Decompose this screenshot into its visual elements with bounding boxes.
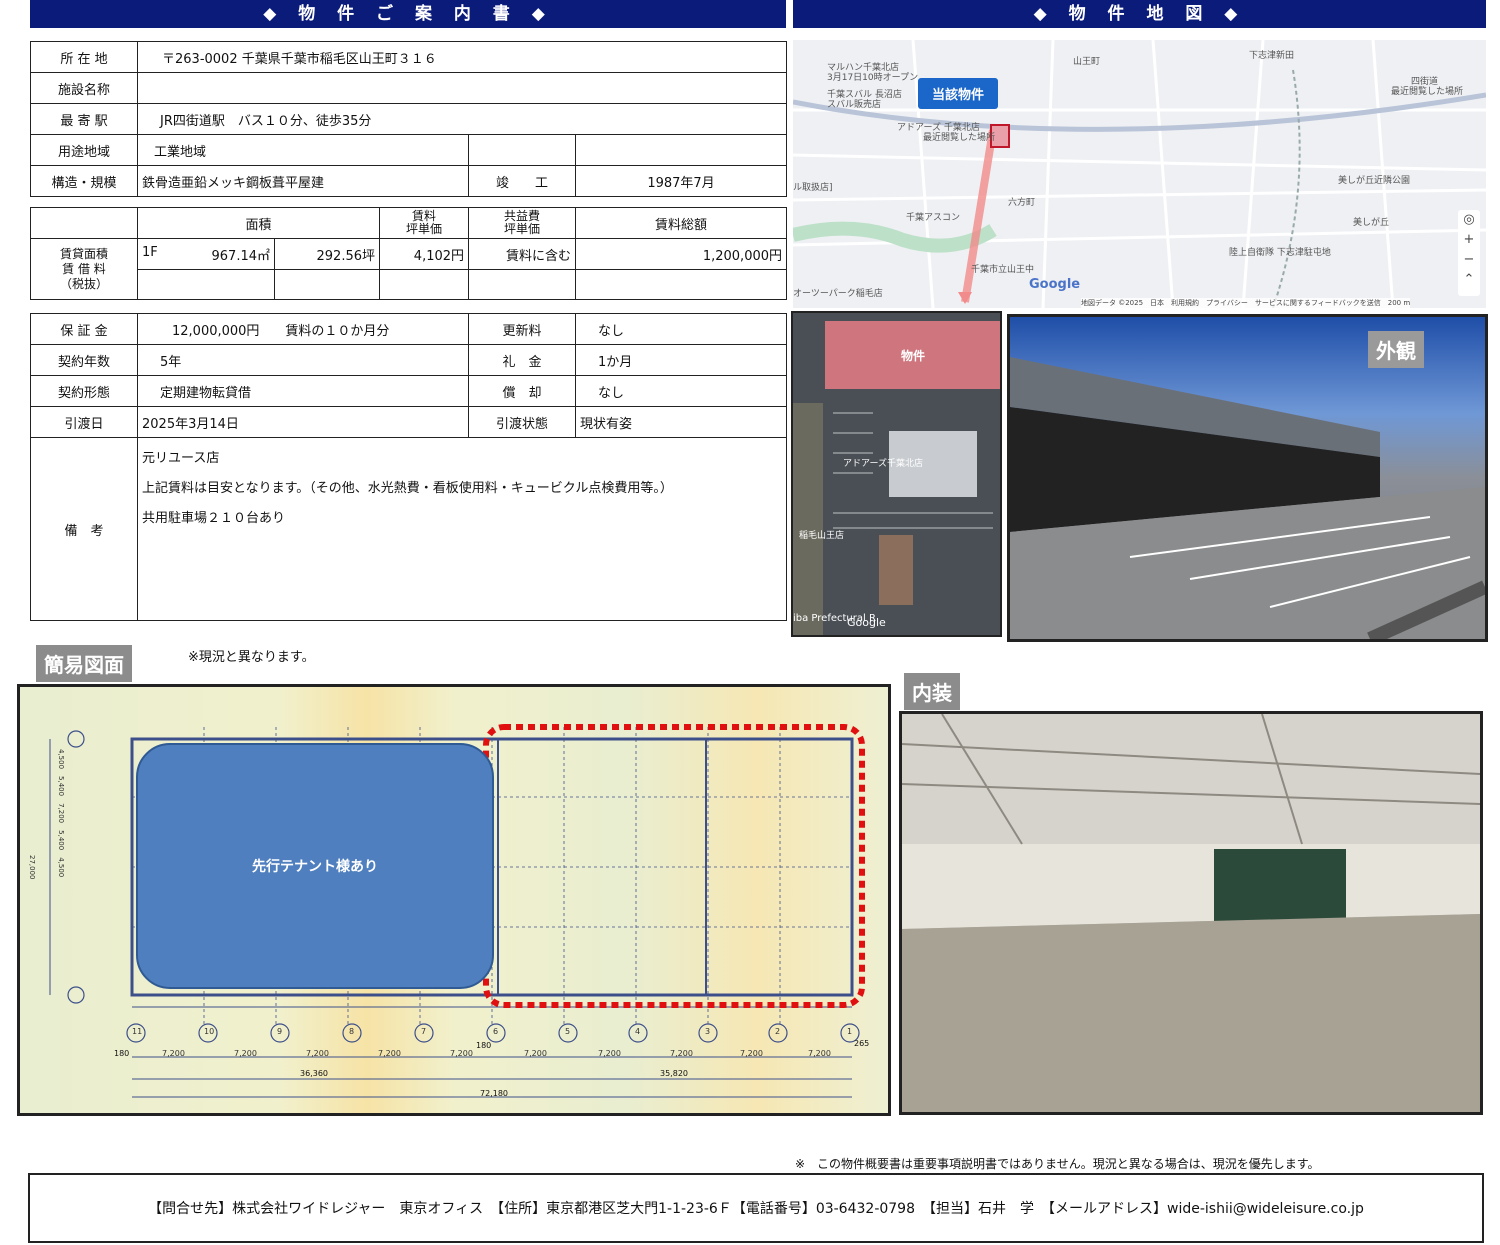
row-dimensions: 4,500 5,400 7,200 5,400 4,500 — [57, 749, 65, 878]
aerial-place-label: アドアーズ千葉北店 — [843, 459, 924, 469]
interior-label: 内装 — [904, 673, 960, 710]
completed-label: 竣 工 — [468, 165, 576, 197]
term-label: 契約年数 — [30, 344, 138, 376]
expand-icon[interactable]: ⌃ — [1458, 270, 1480, 290]
aerial-place-label: 稲毛山王店 — [799, 531, 845, 541]
map-label: 最近閲覧した場所 — [923, 133, 996, 143]
document-title-bar: ◆ 物 件 ご 案 内 書 ◆ — [30, 0, 786, 28]
structure-value: 鉄骨造亜鉛メッキ鋼板葺平屋建 — [137, 165, 469, 197]
area-tsubo-cell: 292.56坪 — [273, 238, 381, 270]
edge-dimension: 180 — [476, 1041, 492, 1050]
area-m2-cell: 1F 967.14㎡ — [137, 238, 275, 270]
map-label: スバル販売店 — [827, 100, 882, 110]
contact-box: 【問合せ先】株式会社ワイドレジャー 東京オフィス 【住所】東京都港区芝大門1-1… — [28, 1173, 1484, 1243]
span-dimensions: 7,200 7,200 7,200 7,200 7,200 7,200 7,200 7,200… — [162, 1049, 831, 1058]
rent-row-label: 賃貸面積 賃 借 料 （税抜） — [30, 238, 138, 300]
handover-value: 2025年3月14日 — [137, 406, 469, 438]
map-label: 3月17日10時オープン — [827, 73, 919, 83]
structure-label: 構造・規模 — [30, 165, 138, 197]
contract-table: 保 証 金 12,000,000円 賃料の１０か月分 更新料 なし 契約年数 5年礼 金… — [30, 313, 787, 621]
map-label: 美しが丘近隣公園 — [1338, 176, 1411, 186]
facility-value — [136, 72, 788, 104]
exterior-photo: 外観 — [1007, 314, 1488, 642]
property-marker[interactable]: 当該物件 — [918, 78, 999, 109]
key-money-label: 礼 金 — [468, 344, 576, 376]
contact-text: 【問合せ先】株式会社ワイドレジャー 東京オフィス 【住所】東京都港区芝大門1-1… — [148, 1201, 1364, 1217]
map-label: オーツーパーク稲毛店 — [793, 289, 883, 299]
unit-rent-header: 賃料 坪単価 — [379, 207, 470, 239]
completed-value: 1987年7月 — [574, 165, 788, 197]
total-depth-dimension: 27,000 — [28, 855, 36, 880]
facility-label: 施設名称 — [30, 72, 138, 104]
deposit-value: 12,000,000円 賃料の１０か月分 — [137, 313, 469, 345]
contract-type-label: 契約形態 — [30, 375, 138, 407]
area-map[interactable]: 当該物件 マルハン千葉北店 3月17日10時オープン 千葉スバル 長沼店 スバル… — [793, 40, 1486, 308]
map-label: 陸上自衛隊 下志津駐屯地 — [1229, 248, 1331, 258]
disclaimer-text: ※ この物件概要書は重要事項説明書ではありません。現況と異なる場合は、現況を優先… — [795, 1157, 1320, 1171]
amortization-value: なし — [575, 375, 787, 407]
deposit-label: 保 証 金 — [30, 313, 138, 345]
address-value: 〒263-0002 千葉県千葉市稲毛区山王町３１６ — [136, 41, 788, 73]
map-label: ル取扱店] — [793, 183, 833, 193]
station-label: 最 寄 駅 — [30, 103, 138, 135]
map-attribution: 地図データ ©2025 日本 利用規約 プライバシー サービスに関するフィードバ… — [1081, 298, 1411, 308]
contract-type-value: 定期建物転貸借 — [137, 375, 469, 407]
edge-dimension: 265 — [854, 1039, 870, 1048]
key-money-value: 1か月 — [575, 344, 787, 376]
aerial-photo: 物件 アドアーズ千葉北店 稲毛山王店 iba Prefectural R Goo… — [791, 311, 1002, 637]
total-dimension: 35,820 — [660, 1069, 688, 1078]
floor-plan-drawing: 先行テナント様あり 11 10 9 8 7 6 5 4 3 2 1 7,200 7,200 7,200 7… — [17, 684, 891, 1116]
existing-tenant-area: 先行テナント様あり — [136, 743, 494, 989]
area-header: 面積 — [136, 207, 381, 239]
amortization-label: 償 却 — [468, 375, 576, 407]
zoom-in-icon[interactable]: + — [1458, 230, 1480, 250]
common-fee-cell: 賃料に含む — [468, 238, 577, 270]
total-rent-header: 賃料総額 — [575, 207, 788, 239]
remarks-value: 元リユース店 上記賃料は目安となります。（その他、水光熱費・看板使用料・キュービク… — [137, 437, 787, 621]
renewal-label: 更新料 — [468, 313, 576, 345]
locate-icon[interactable]: ◎ — [1458, 210, 1480, 230]
zoning-label: 用途地域 — [30, 134, 138, 166]
term-value: 5年 — [137, 344, 469, 376]
map-label: 千葉アスコン — [906, 213, 961, 223]
zoom-out-icon[interactable]: − — [1458, 250, 1480, 270]
total-dimension: 36,360 — [300, 1069, 328, 1078]
station-value: JR四街道駅 バス１０分、徒歩35分 — [136, 103, 788, 135]
total-rent-cell: 1,200,000円 — [575, 238, 788, 270]
map-label: 美しが丘 — [1353, 218, 1390, 228]
map-title-bar: ◆ 物 件 地 図 ◆ — [793, 0, 1486, 28]
google-logo: Google — [847, 616, 886, 629]
map-label: 下志津新田 — [1249, 51, 1295, 61]
map-label: 千葉市立山王中 — [971, 265, 1035, 275]
map-label: 山王町 — [1073, 57, 1101, 67]
interior-photo — [899, 711, 1483, 1115]
aerial-property-label: 物件 — [901, 349, 926, 363]
common-fee-header: 共益費 坪単価 — [468, 207, 577, 239]
column-numbers: 11 10 9 8 7 6 5 4 3 2 1 — [132, 1027, 853, 1036]
map-zoom-controls[interactable]: ◎ + − ⌃ — [1458, 210, 1480, 296]
remarks-label: 備 考 — [30, 437, 138, 621]
address-label: 所 在 地 — [30, 41, 138, 73]
map-label: 六方町 — [1008, 198, 1036, 208]
unit-rent-cell: 4,102円 — [379, 238, 470, 270]
floorplan-title: 簡易図面 — [36, 645, 132, 682]
handover-label: 引渡日 — [30, 406, 138, 438]
rent-table: 面積 賃料 坪単価 共益費 坪単価 賃料総額 賃貸面積 賃 借 料 （税抜） 1… — [30, 207, 788, 300]
edge-dimension: 180 — [114, 1049, 130, 1058]
google-logo: Google — [1029, 277, 1081, 292]
property-info-table: 所 在 地〒263-0002 千葉県千葉市稲毛区山王町３１６ 施設名称 最 寄 … — [30, 41, 788, 197]
map-label: 最近閲覧した場所 — [1391, 87, 1464, 97]
exterior-label: 外観 — [1368, 331, 1424, 368]
total-dimension: 72,180 — [480, 1089, 508, 1098]
zoning-value: 工業地域 — [137, 134, 469, 166]
handover-state-value: 現状有姿 — [575, 406, 787, 438]
handover-state-label: 引渡状態 — [468, 406, 576, 438]
renewal-value: なし — [575, 313, 787, 345]
floorplan-note: ※現況と異なります。 — [188, 650, 315, 665]
